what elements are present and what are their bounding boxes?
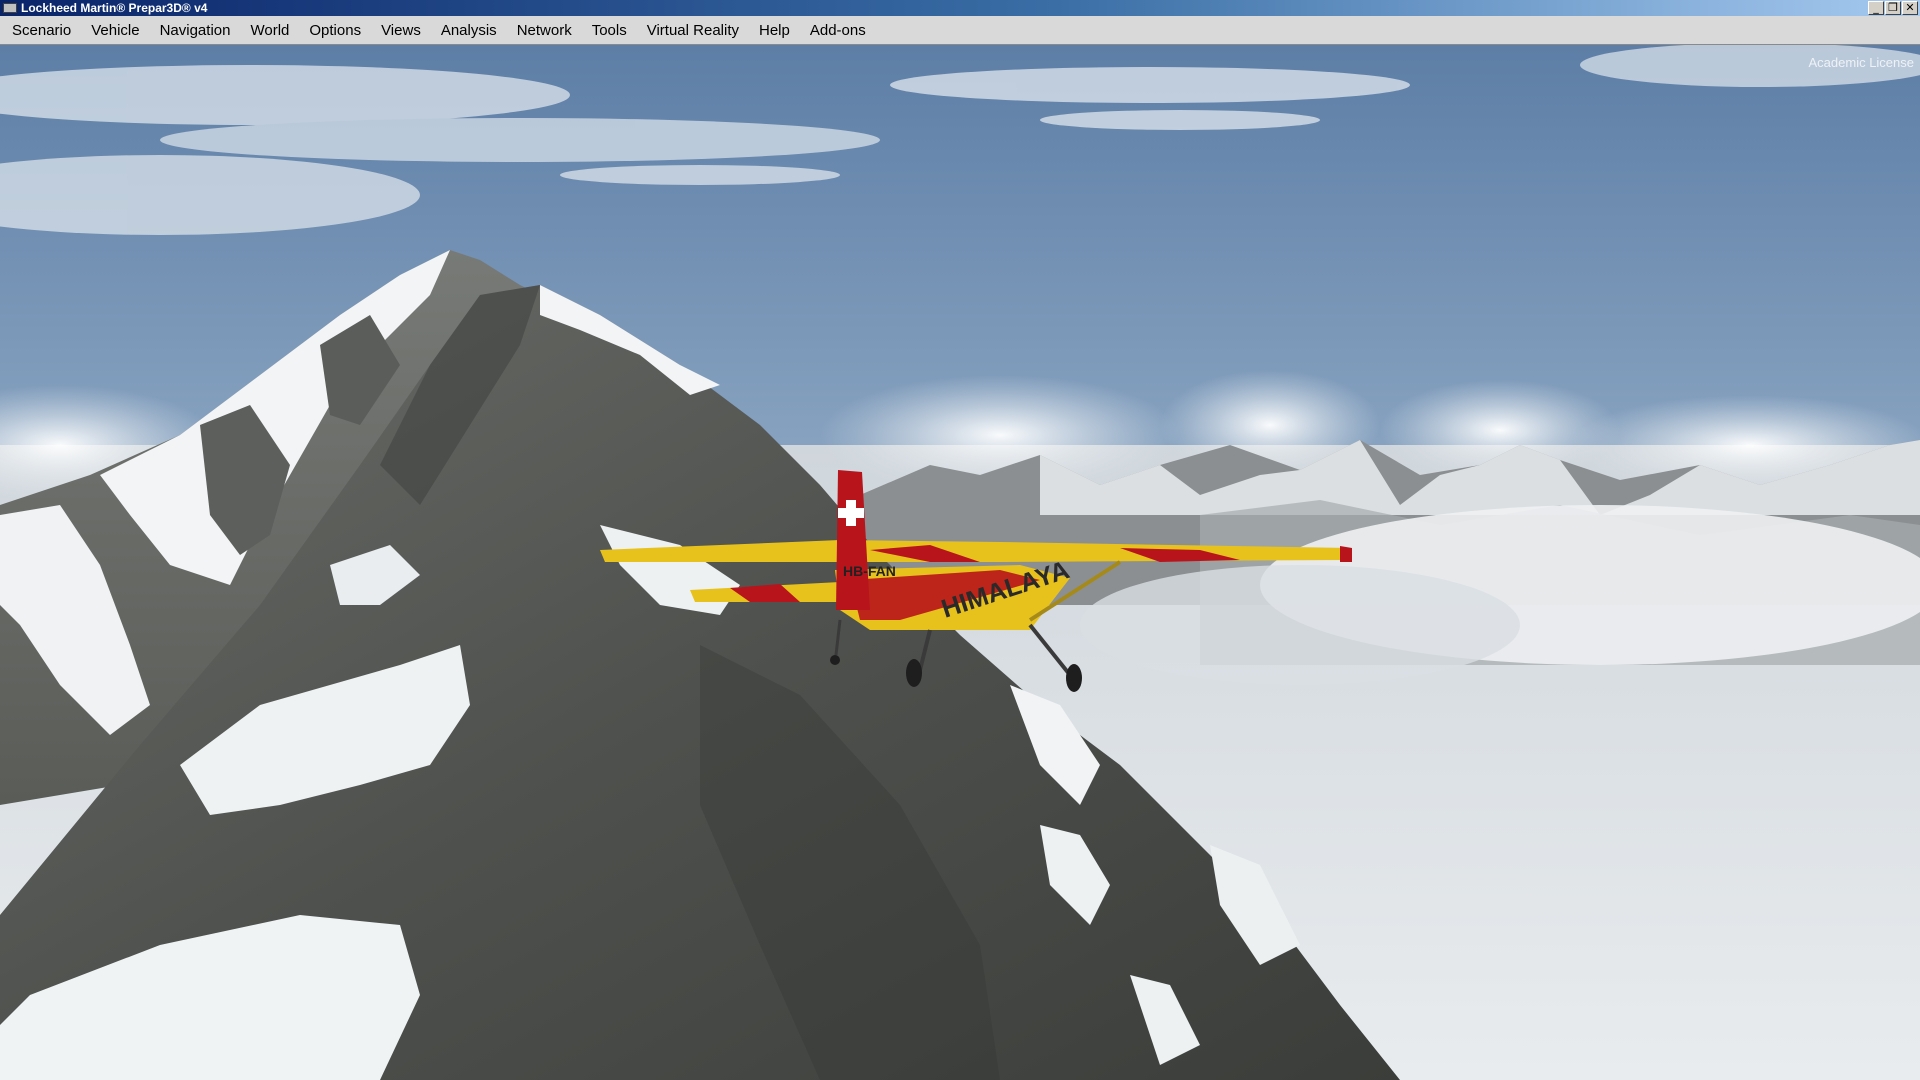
menu-scenario[interactable]: Scenario xyxy=(2,16,81,45)
restore-button[interactable]: ❐ xyxy=(1885,1,1901,15)
menu-help[interactable]: Help xyxy=(749,16,800,45)
main-wheel-right xyxy=(1066,664,1082,692)
main-wheel-left xyxy=(906,659,922,687)
menu-world[interactable]: World xyxy=(240,16,299,45)
menu-analysis[interactable]: Analysis xyxy=(431,16,507,45)
simulation-viewport[interactable]: HB-FAN HIMALAYA Academic License xyxy=(0,45,1920,1080)
close-button[interactable]: ✕ xyxy=(1902,1,1918,15)
menu-add-ons[interactable]: Add-ons xyxy=(800,16,876,45)
window-title: Lockheed Martin® Prepar3D® v4 xyxy=(21,1,208,15)
menu-options[interactable]: Options xyxy=(299,16,371,45)
menu-tools[interactable]: Tools xyxy=(582,16,637,45)
menu-network[interactable]: Network xyxy=(507,16,582,45)
menu-virtual-reality[interactable]: Virtual Reality xyxy=(637,16,749,45)
menu-views[interactable]: Views xyxy=(371,16,431,45)
menu-navigation[interactable]: Navigation xyxy=(150,16,241,45)
license-watermark: Academic License xyxy=(1808,55,1915,70)
scene-render: HB-FAN HIMALAYA xyxy=(0,45,1920,1080)
window-controls: _ ❐ ✕ xyxy=(1868,1,1918,15)
aircraft-registration: HB-FAN xyxy=(843,563,896,579)
minimize-button[interactable]: _ xyxy=(1868,1,1884,15)
menu-bar: Scenario Vehicle Navigation World Option… xyxy=(0,16,1920,45)
menu-vehicle[interactable]: Vehicle xyxy=(81,16,149,45)
window-title-bar[interactable]: Lockheed Martin® Prepar3D® v4 _ ❐ ✕ xyxy=(0,0,1920,16)
app-icon xyxy=(3,3,17,13)
